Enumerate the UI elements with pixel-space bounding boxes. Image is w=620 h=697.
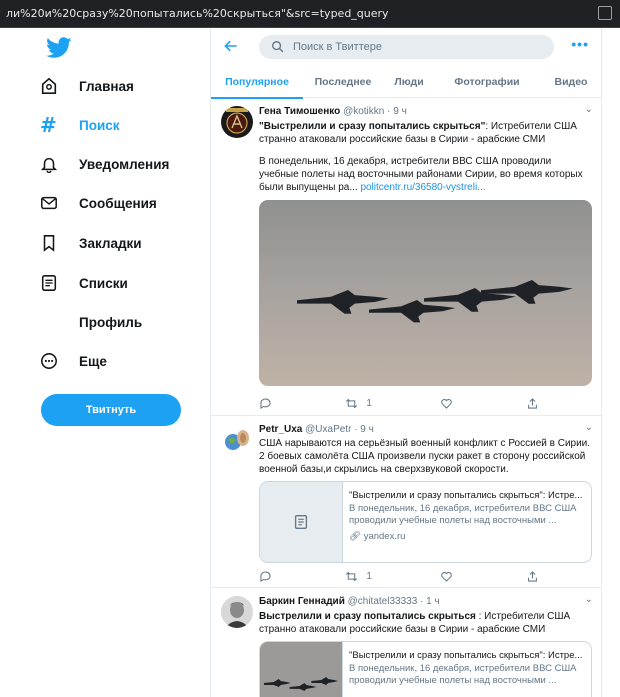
like-icon[interactable] bbox=[440, 570, 526, 583]
author-name[interactable]: Гена Тимошенко bbox=[259, 106, 340, 117]
reply-icon[interactable] bbox=[259, 397, 345, 410]
retweet-count: 1 bbox=[366, 397, 372, 409]
like-icon[interactable] bbox=[440, 397, 526, 410]
card-text: "Выстрелили и сразу попытались скрыться"… bbox=[343, 642, 591, 697]
tweet-header: Petr_Uxa @UxaPetr · 9 ч bbox=[259, 424, 374, 435]
tweet-title: Выстрелили и сразу попытались скрыться bbox=[259, 611, 476, 622]
sidebar-item-label: Главная bbox=[79, 78, 134, 94]
tweet-header: Баркин Геннадий @chitatel33333 · 1 ч bbox=[259, 596, 440, 607]
tweet-button[interactable]: Твитнуть bbox=[41, 394, 181, 426]
tweet-link[interactable]: politcentr.ru/36580-vystreli... bbox=[360, 182, 485, 193]
sidebar-item-notifications[interactable]: Уведомления bbox=[40, 149, 169, 179]
search-input[interactable] bbox=[293, 41, 533, 53]
tweet[interactable]: Гена Тимошенко @kotikkn · 9 ч ⌄ "Выстрел… bbox=[211, 98, 601, 416]
author-meta: @UxaPetr · 9 ч bbox=[305, 424, 374, 435]
document-icon bbox=[294, 515, 308, 529]
card-domain-text: yandex.ru bbox=[363, 530, 406, 542]
twitter-bird-icon[interactable] bbox=[46, 36, 72, 60]
fighter-jets-photo bbox=[259, 200, 592, 386]
chevron-down-icon[interactable]: ⌄ bbox=[585, 422, 593, 433]
bell-icon bbox=[40, 153, 66, 175]
url-text[interactable]: ли%20и%20сразу%20попытались%20скрыться"&… bbox=[6, 7, 389, 20]
author-meta: @kotikkn · 9 ч bbox=[343, 106, 407, 117]
card-description: В понедельник, 16 декабря, истребители В… bbox=[349, 502, 577, 527]
tweet-text: Выстрелили и сразу попытались скрыться :… bbox=[259, 610, 593, 636]
search-box[interactable] bbox=[259, 35, 554, 59]
search-tabs: Популярное Последнее Люди Фотографии Вид… bbox=[211, 66, 601, 99]
retweet-icon bbox=[346, 398, 358, 408]
sidebar-item-messages[interactable]: Сообщения bbox=[40, 188, 157, 218]
avatar[interactable] bbox=[221, 106, 253, 138]
mail-icon bbox=[40, 192, 66, 214]
tab-popular[interactable]: Популярное bbox=[211, 66, 303, 99]
sidebar-item-label: Поиск bbox=[79, 117, 120, 133]
home-icon bbox=[40, 75, 66, 97]
hashtag-icon: # bbox=[40, 113, 57, 137]
tweet-header: Гена Тимошенко @kotikkn · 9 ч bbox=[259, 106, 407, 117]
retweet-count: 1 bbox=[366, 570, 372, 582]
retweet-icon bbox=[346, 571, 358, 581]
tab-photos[interactable]: Фотографии bbox=[435, 66, 539, 98]
browser-address-bar[interactable]: ли%20и%20сразу%20попытались%20скрыться"&… bbox=[0, 0, 620, 28]
tweet-text: "Выстрелили и сразу попытались скрыться"… bbox=[259, 120, 593, 146]
card-domain: 🔗︎ yandex.ru bbox=[349, 531, 583, 544]
link-icon: 🔗︎ bbox=[349, 530, 362, 542]
card-thumbnail bbox=[260, 482, 343, 562]
card-description: В понедельник, 16 декабря, истребители В… bbox=[349, 662, 577, 687]
main-column: ••• Популярное Последнее Люди Фотографии… bbox=[210, 28, 602, 697]
more-options-icon[interactable]: ••• bbox=[571, 36, 589, 52]
card-title: "Выстрелили и сразу попытались скрыться"… bbox=[349, 650, 583, 661]
retweet-button[interactable]: 1 bbox=[345, 570, 439, 583]
sidebar-item-bookmarks[interactable]: Закладки bbox=[40, 228, 142, 258]
extension-icon[interactable] bbox=[598, 6, 612, 20]
sidebar-item-label: Профиль bbox=[79, 314, 143, 330]
chevron-down-icon[interactable]: ⌄ bbox=[585, 104, 593, 115]
avatar[interactable] bbox=[221, 596, 253, 628]
sidebar-item-label: Уведомления bbox=[79, 156, 170, 172]
link-card[interactable]: "Выстрелили и сразу попытались скрыться"… bbox=[259, 481, 592, 563]
sidebar-nav: Главная # Поиск Уведомления Сообщения За… bbox=[0, 28, 210, 697]
tweet-text: США нарываются на серьёзный военный конф… bbox=[259, 438, 591, 475]
chevron-down-icon[interactable]: ⌄ bbox=[585, 594, 593, 605]
share-icon[interactable] bbox=[526, 397, 539, 410]
search-icon bbox=[272, 41, 284, 53]
retweet-button[interactable]: 1 bbox=[345, 397, 439, 410]
link-card[interactable]: "Выстрелили и сразу попытались скрыться"… bbox=[259, 641, 592, 697]
sidebar-item-label: Еще bbox=[79, 353, 107, 369]
sidebar-item-lists[interactable]: Списки bbox=[40, 268, 128, 298]
fighter-jets-thumbnail bbox=[260, 642, 342, 697]
tweet-actions: 1 bbox=[259, 396, 539, 410]
card-text: "Выстрелили и сразу попытались скрыться"… bbox=[343, 482, 591, 562]
bookmark-icon bbox=[40, 232, 66, 254]
tweet[interactable]: Баркин Геннадий @chitatel33333 · 1 ч ⌄ В… bbox=[211, 588, 601, 697]
card-thumbnail bbox=[260, 642, 343, 697]
tab-latest[interactable]: Последнее bbox=[303, 66, 383, 98]
tab-videos[interactable]: Видео bbox=[539, 66, 601, 98]
author-name[interactable]: Petr_Uxa bbox=[259, 424, 302, 435]
reply-icon[interactable] bbox=[259, 570, 345, 583]
author-name[interactable]: Баркин Геннадий bbox=[259, 596, 345, 607]
sidebar-item-profile[interactable]: Профиль bbox=[40, 307, 142, 337]
sidebar-item-label: Сообщения bbox=[79, 195, 157, 211]
avatar[interactable] bbox=[221, 424, 253, 456]
tweet-title: "Выстрелили и сразу попытались скрыться" bbox=[259, 121, 486, 132]
sidebar-item-more[interactable]: Еще bbox=[40, 346, 107, 376]
back-arrow-icon[interactable] bbox=[223, 38, 241, 56]
tweet-text-2: В понедельник, 16 декабря, истребители В… bbox=[259, 155, 593, 194]
sidebar-item-search[interactable]: # Поиск bbox=[40, 110, 120, 140]
tweet-actions: 1 bbox=[259, 569, 539, 583]
tweet[interactable]: Petr_Uxa @UxaPetr · 9 ч ⌄ США нарываются… bbox=[211, 416, 601, 588]
sidebar-item-label: Списки bbox=[79, 275, 128, 291]
tab-people[interactable]: Люди bbox=[383, 66, 435, 98]
profile-icon bbox=[40, 311, 66, 333]
sidebar-item-label: Закладки bbox=[79, 235, 142, 251]
tweet-photo[interactable] bbox=[259, 200, 592, 386]
sidebar-item-home[interactable]: Главная bbox=[40, 71, 134, 101]
more-circle-icon bbox=[40, 350, 66, 372]
share-icon[interactable] bbox=[526, 570, 539, 583]
card-title: "Выстрелили и сразу попытались скрыться"… bbox=[349, 490, 583, 501]
list-icon bbox=[40, 272, 66, 294]
author-meta: @chitatel33333 · 1 ч bbox=[347, 596, 440, 607]
